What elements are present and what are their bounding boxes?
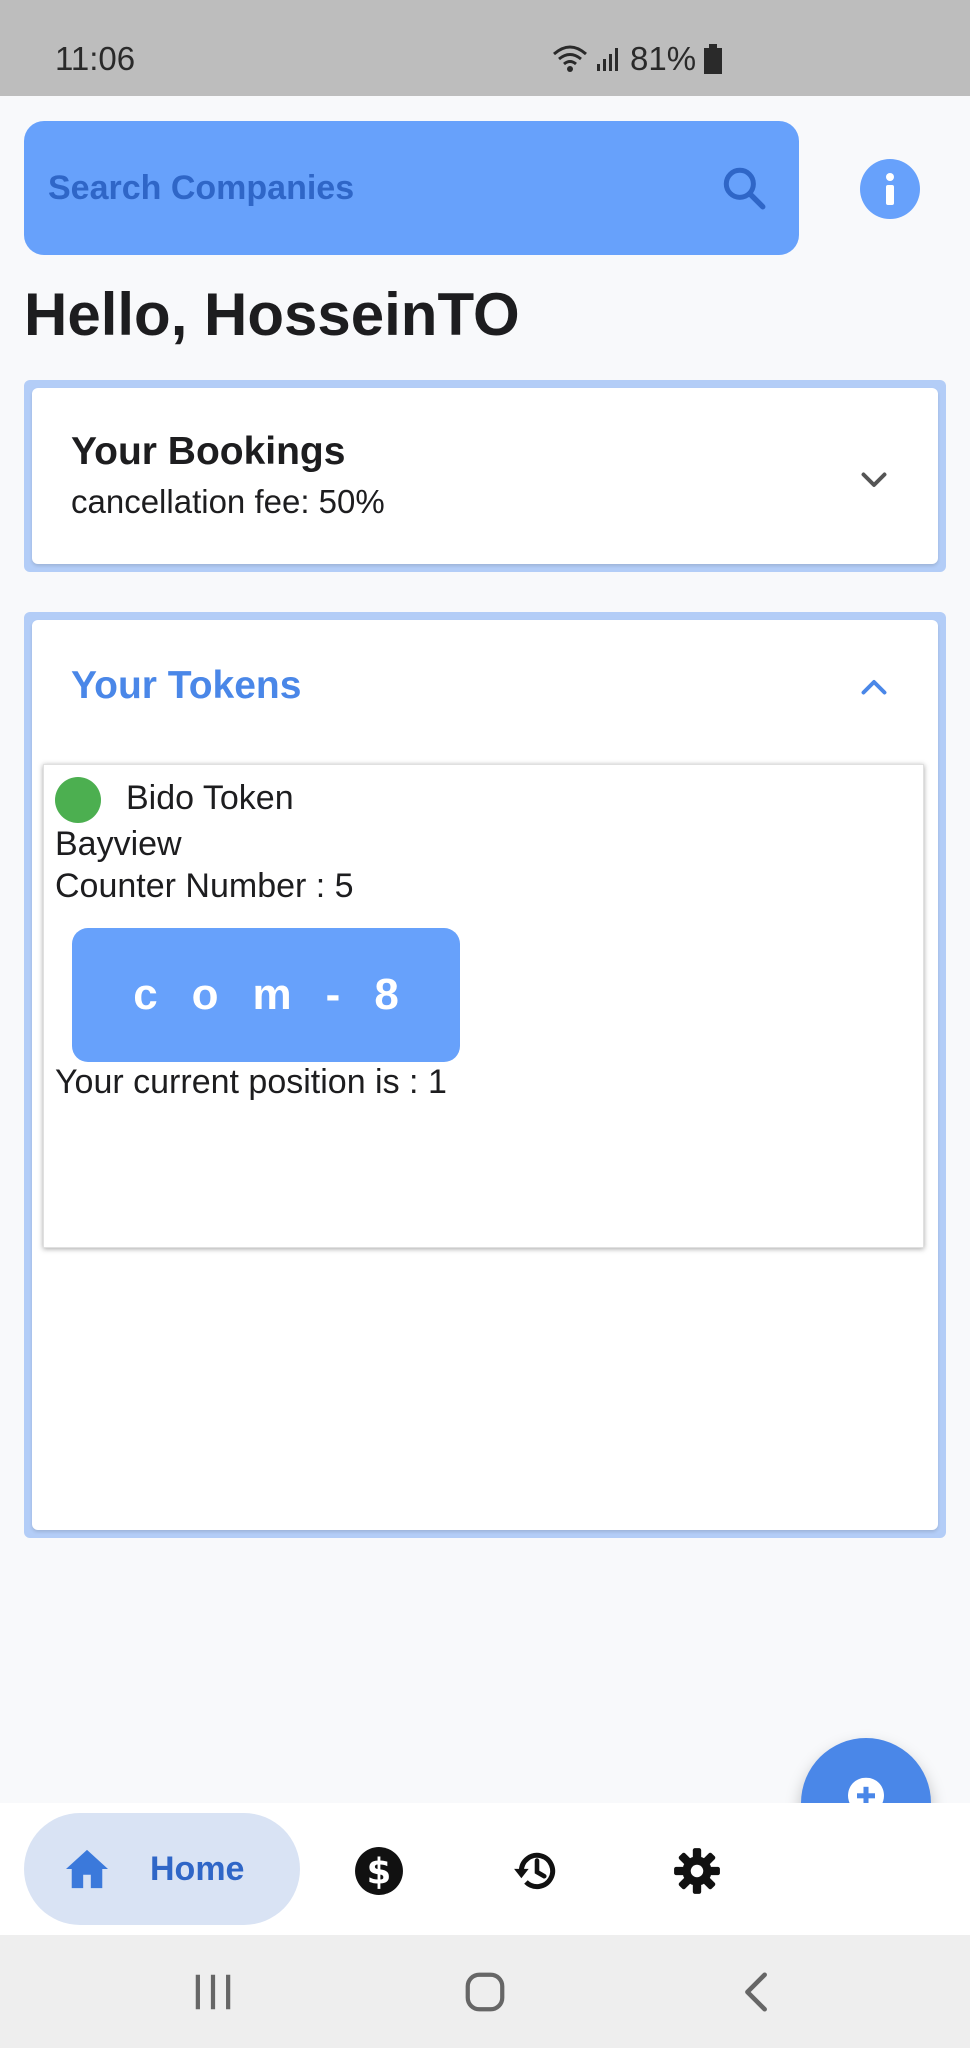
nav-home-label: Home bbox=[150, 1849, 245, 1888]
token-position: Your current position is : 1 bbox=[55, 1063, 447, 1101]
bottom-navigation: Home $ bbox=[0, 1803, 970, 1935]
status-dot bbox=[55, 777, 101, 823]
chevron-up-icon[interactable] bbox=[856, 670, 892, 706]
status-indicators: 81% bbox=[552, 40, 723, 78]
dollar-icon[interactable]: $ bbox=[354, 1846, 404, 1896]
search-icon[interactable] bbox=[719, 163, 769, 213]
recent-apps-icon[interactable] bbox=[190, 1969, 236, 2015]
token-counter: Counter Number : 5 bbox=[55, 867, 354, 905]
svg-text:$: $ bbox=[367, 1852, 392, 1893]
battery-icon bbox=[704, 44, 723, 74]
bookings-title: Your Bookings bbox=[71, 430, 346, 473]
home-button-icon[interactable] bbox=[462, 1969, 508, 2015]
tokens-panel-body: Your Tokens Bido Token Bayview Counter N… bbox=[32, 620, 938, 1530]
info-icon bbox=[886, 173, 894, 205]
wifi-icon bbox=[553, 45, 587, 72]
nav-home-tab[interactable]: Home bbox=[24, 1813, 300, 1925]
status-time: 11:06 bbox=[55, 40, 136, 77]
cancellation-fee: cancellation fee: 50% bbox=[71, 483, 385, 520]
tokens-panel[interactable]: Your Tokens Bido Token Bayview Counter N… bbox=[24, 612, 946, 1538]
token-name: Bido Token bbox=[126, 779, 294, 817]
settings-icon[interactable] bbox=[672, 1846, 722, 1896]
history-icon[interactable] bbox=[512, 1846, 562, 1896]
greeting-title: Hello, HosseinTO bbox=[24, 281, 520, 348]
chevron-down-icon[interactable] bbox=[856, 461, 892, 497]
info-button[interactable] bbox=[860, 159, 920, 219]
tokens-title[interactable]: Your Tokens bbox=[71, 664, 301, 708]
status-bar: 11:06 81% bbox=[0, 0, 970, 96]
system-navigation-bar bbox=[0, 1935, 970, 2048]
battery-percent: 81% bbox=[630, 40, 697, 77]
bookings-panel[interactable]: Your Bookings cancellation fee: 50% bbox=[24, 380, 946, 572]
back-icon[interactable] bbox=[734, 1969, 780, 2015]
signal-icon bbox=[597, 48, 618, 71]
bookings-panel-body[interactable]: Your Bookings cancellation fee: 50% bbox=[32, 388, 938, 564]
token-code-badge: com-8 bbox=[72, 928, 460, 1062]
token-location: Bayview bbox=[55, 825, 182, 863]
home-icon bbox=[66, 1849, 108, 1889]
search-placeholder: Search Companies bbox=[48, 168, 355, 207]
search-bar[interactable]: Search Companies bbox=[24, 121, 799, 255]
token-card: Bido Token Bayview Counter Number : 5 co… bbox=[43, 764, 924, 1248]
